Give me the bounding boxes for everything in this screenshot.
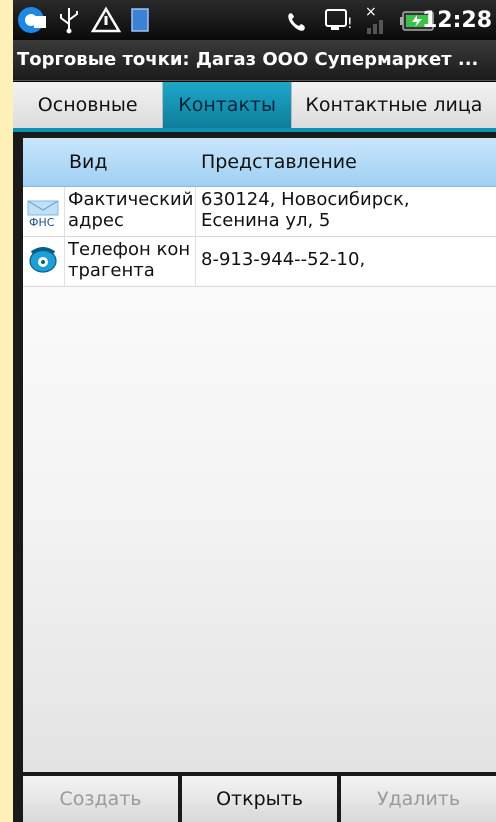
app-notification-icon: [18, 7, 46, 33]
table-header: Вид Представление: [23, 138, 496, 187]
window-title: Торговые точки: Дагаз ООО Супермаркет ..…: [13, 40, 496, 81]
tab-contact-persons[interactable]: Контактные лица: [291, 82, 496, 128]
phone-screen: ! × 12:28 Торговые точки: Дагаз ООО Супе…: [13, 0, 496, 822]
status-time: 12:28: [421, 8, 492, 33]
svg-text:!: !: [347, 16, 353, 32]
tab-bar: Основные Контакты Контактные лица: [13, 82, 496, 128]
phone-call-icon: [288, 13, 305, 31]
row-type: Телефон контрагента: [68, 239, 191, 281]
open-button[interactable]: Открыть: [182, 776, 337, 822]
column-divider: [64, 237, 65, 286]
column-divider: [64, 187, 65, 236]
voicemail-icon: !: [325, 9, 353, 32]
table-row[interactable]: ФНС Фактический адрес 630124, Новосибирс…: [23, 187, 496, 237]
column-header-type: Вид: [69, 151, 108, 173]
delete-button[interactable]: Удалить: [341, 776, 496, 822]
content-frame: Вид Представление ФНС Фактический адрес …: [13, 132, 496, 772]
create-button[interactable]: Создать: [23, 776, 178, 822]
column-header-value: Представление: [201, 151, 357, 173]
row-type: Фактический адрес: [68, 189, 194, 231]
table-row[interactable]: Телефон контрагента 8-913-944--52-10,: [23, 237, 496, 287]
tab-contacts[interactable]: Контакты: [163, 82, 292, 128]
fns-mail-icon: ФНС: [27, 200, 59, 229]
row-value: 8-913-944--52-10,: [201, 249, 366, 270]
warning-icon: [91, 6, 121, 33]
row-value: 630124, Новосибирск, Есенина ул, 5: [201, 189, 410, 231]
fns-label: ФНС: [29, 216, 55, 229]
signal-off-icon: ×: [365, 4, 383, 34]
svg-text:×: ×: [365, 4, 377, 20]
action-bar: Создать Открыть Удалить: [13, 772, 496, 822]
telephone-icon: [29, 247, 57, 273]
sd-card-icon: [131, 8, 149, 32]
contacts-table: Вид Представление ФНС Фактический адрес …: [23, 138, 496, 772]
usb-icon: [60, 8, 78, 34]
tab-main[interactable]: Основные: [13, 82, 164, 128]
status-bar: ! × 12:28: [13, 0, 496, 40]
